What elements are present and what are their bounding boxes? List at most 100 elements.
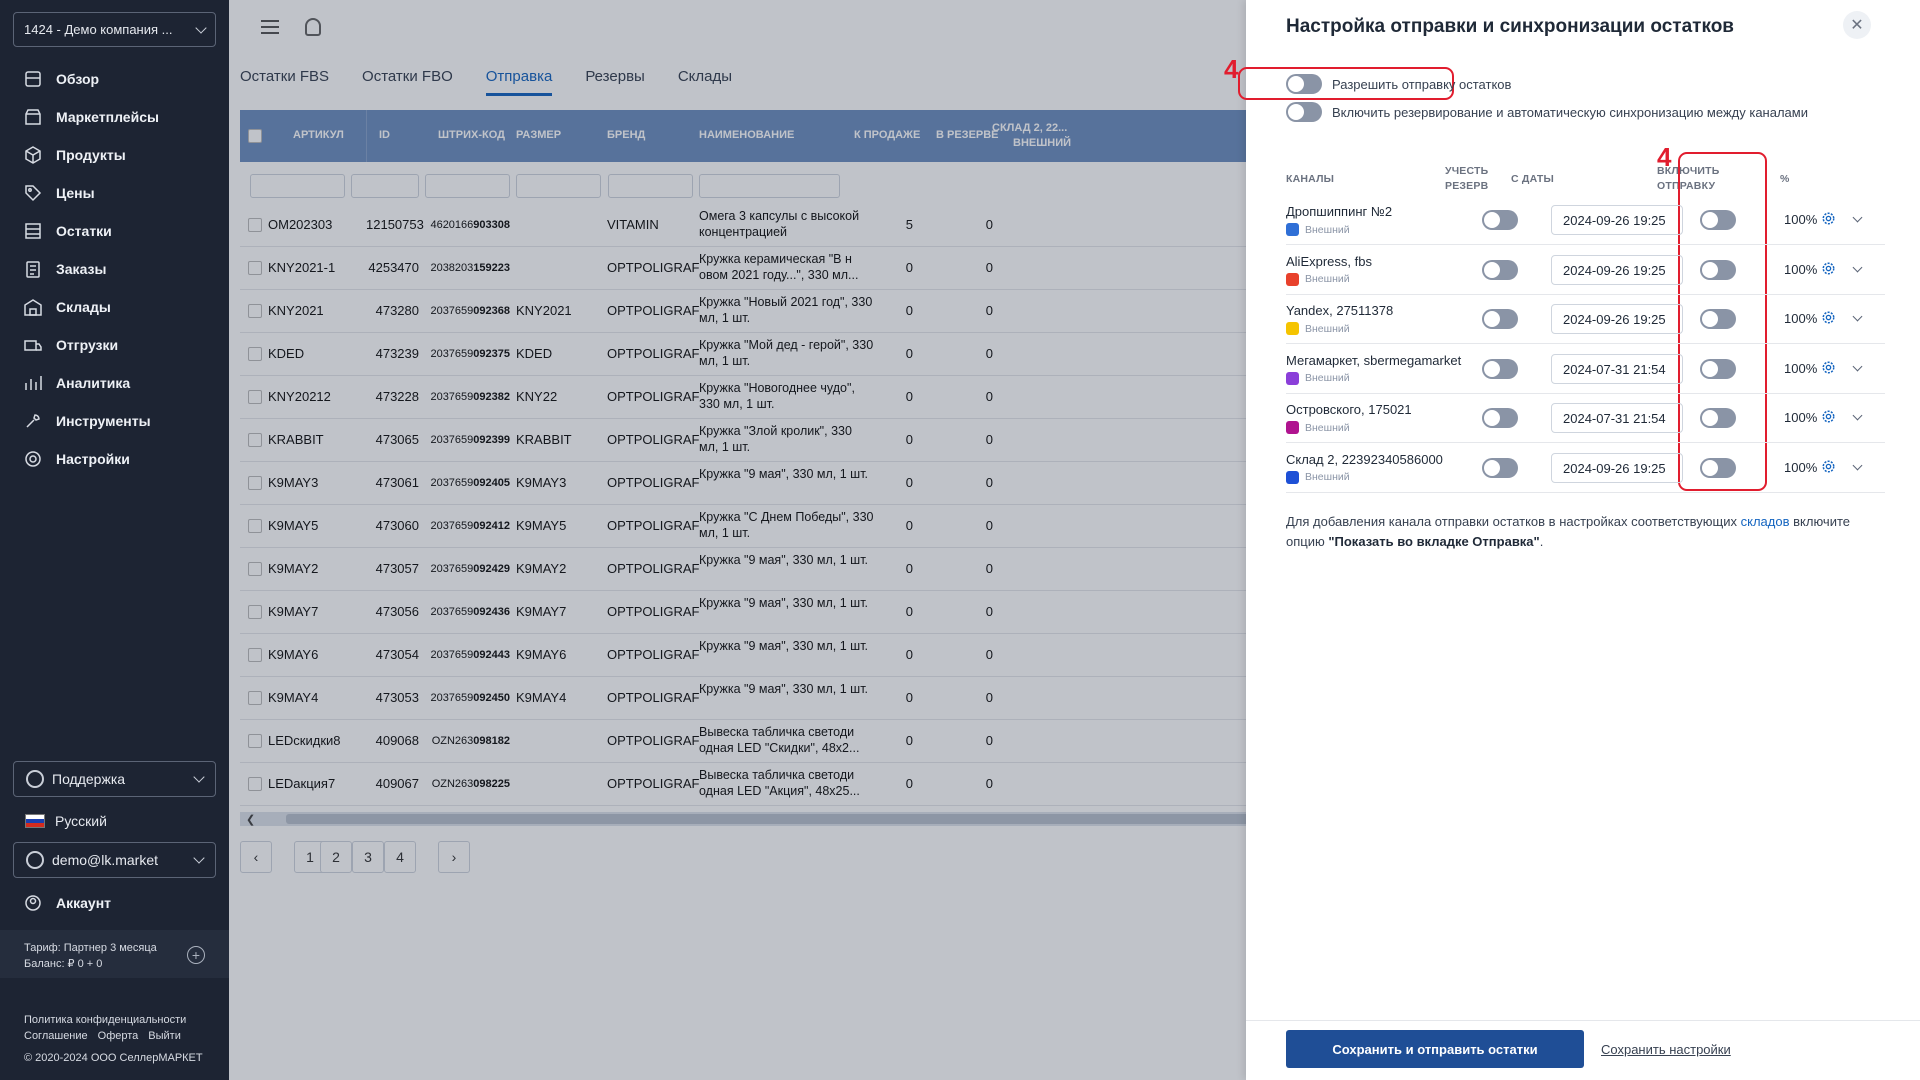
sidebar: 1424 - Демо компания ... Обзор Маркетплей…: [0, 0, 229, 1080]
agreement-link[interactable]: Соглашение: [24, 1030, 88, 1042]
sidebar-item-marketplaces[interactable]: Маркетплейсы: [0, 98, 229, 136]
from-date-input[interactable]: 2024-09-26 19:25: [1551, 304, 1683, 334]
sidebar-item-shipments[interactable]: Отгрузки: [0, 326, 229, 364]
enable-send-toggle[interactable]: [1700, 309, 1736, 329]
gear-icon[interactable]: [1821, 310, 1836, 325]
sidebar-item-label: Инструменты: [56, 413, 151, 429]
sidebar-item-tools[interactable]: Инструменты: [0, 402, 229, 440]
gear-icon[interactable]: [1821, 261, 1836, 276]
enable-reserve-toggle[interactable]: [1286, 102, 1322, 122]
sidebar-item-prices[interactable]: Цены: [0, 174, 229, 212]
sidebar-item-orders[interactable]: Заказы: [0, 250, 229, 288]
stocks-icon: [22, 220, 44, 242]
account-reserve-toggle[interactable]: [1482, 259, 1518, 280]
chevron-down-icon[interactable]: [1852, 361, 1863, 371]
channel-type: Внешний: [1286, 470, 1350, 484]
modal-backdrop[interactable]: [229, 0, 1246, 1080]
save-and-send-button[interactable]: Сохранить и отправить остатки: [1286, 1030, 1584, 1068]
overview-icon: [22, 68, 44, 90]
sidebar-item-products[interactable]: Продукты: [0, 136, 229, 174]
allow-send-toggle[interactable]: [1286, 74, 1322, 94]
enable-send-toggle[interactable]: [1700, 408, 1736, 428]
sidebar-item-label: Остатки: [56, 223, 112, 239]
support-icon: [26, 770, 44, 788]
account-reserve-toggle[interactable]: [1482, 408, 1518, 428]
channel-type: Внешний: [1286, 371, 1350, 385]
sidebar-item-analytics[interactable]: Аналитика: [0, 364, 229, 402]
from-date-input[interactable]: 2024-09-26 19:25: [1551, 205, 1683, 235]
gear-icon[interactable]: [1821, 360, 1836, 375]
channel-type: Внешний: [1286, 421, 1350, 434]
account-reserve-header-1: УЧЕСТЬ: [1445, 165, 1489, 177]
channel-row: AliExpress, fbs Внешний 2024-09-26 19:25 10…: [1286, 246, 1885, 295]
language-selector[interactable]: Русский: [25, 813, 107, 829]
privacy-link[interactable]: Политика конфиденциальности: [24, 1014, 186, 1026]
user-dropdown[interactable]: demo@lk.market: [13, 842, 216, 878]
enable-send-toggle[interactable]: [1700, 457, 1736, 478]
channel-name: Мегамаркет, sbermegamarket: [1286, 352, 1462, 368]
gear-icon[interactable]: [1821, 459, 1836, 474]
chevron-down-icon[interactable]: [1852, 311, 1863, 322]
channel-type: Внешний: [1286, 322, 1350, 335]
account-reserve-toggle[interactable]: [1482, 358, 1518, 379]
account-reserve-toggle[interactable]: [1482, 457, 1518, 478]
language-label: Русский: [55, 813, 107, 829]
channels-header: КАНАЛЫ: [1286, 173, 1335, 185]
sidebar-item-stocks[interactable]: Остатки: [0, 212, 229, 250]
user-email: demo@lk.market: [52, 852, 159, 868]
allow-send-row: Разрешить отправку остатков: [1286, 74, 1511, 94]
channel-row: Островского, 175021 Внешний 2024-07-31 21:…: [1286, 394, 1885, 443]
gear-icon[interactable]: [1821, 211, 1836, 226]
from-date-input[interactable]: 2024-07-31 21:54: [1551, 353, 1683, 384]
from-date-input[interactable]: 2024-09-26 19:25: [1551, 254, 1683, 285]
account-label: Аккаунт: [56, 895, 112, 911]
account-link[interactable]: Аккаунт: [22, 892, 111, 914]
annotation-marker: 4: [1657, 142, 1672, 172]
channel-type-label: Внешний: [1305, 273, 1350, 285]
tariff-box: Тариф: Партнер 3 месяца Баланс: ₽ 0 + 0 …: [0, 930, 229, 978]
from-date-input[interactable]: 2024-09-26 19:25: [1551, 452, 1683, 483]
sidebar-item-warehouses[interactable]: Склады: [0, 288, 229, 326]
support-dropdown[interactable]: Поддержка: [13, 761, 216, 797]
chevron-down-icon[interactable]: [1852, 460, 1863, 470]
copyright: © 2020-2024 ООО СеллерМАРКЕТ: [24, 1052, 203, 1064]
save-settings-link[interactable]: Сохранить настройки: [1601, 1042, 1731, 1057]
account-reserve-toggle[interactable]: [1482, 309, 1518, 329]
chevron-down-icon[interactable]: [1852, 262, 1863, 272]
warehouses-link[interactable]: складов: [1741, 514, 1790, 529]
logout-link[interactable]: Выйти: [148, 1030, 181, 1042]
sidebar-item-overview[interactable]: Обзор: [0, 60, 229, 98]
sidebar-item-settings[interactable]: Настройки: [0, 440, 229, 478]
account-icon: [22, 892, 44, 914]
enable-send-toggle[interactable]: [1700, 210, 1736, 230]
chevron-down-icon: [195, 21, 207, 34]
enable-reserve-label: Включить резервирование и автоматическую…: [1332, 104, 1808, 120]
chevron-down-icon: [193, 771, 205, 783]
close-icon[interactable]: ✕: [1843, 11, 1871, 39]
channel-name: Дропшиппинг №2: [1286, 204, 1393, 219]
user-icon: [26, 851, 44, 869]
enable-send-toggle[interactable]: [1700, 259, 1736, 280]
channel-type-label: Внешний: [1305, 223, 1350, 236]
channel-logo-icon: [1286, 470, 1299, 484]
channel-type-label: Внешний: [1305, 372, 1350, 384]
sidebar-item-label: Склады: [56, 299, 111, 315]
company-selector[interactable]: 1424 - Демо компания ...: [13, 12, 216, 47]
enable-send-toggle[interactable]: [1700, 358, 1736, 379]
from-date-input[interactable]: 2024-07-31 21:54: [1551, 403, 1683, 433]
chevron-down-icon[interactable]: [1852, 212, 1863, 223]
note-end: .: [1539, 534, 1544, 549]
channel-row: Мегамаркет, sbermegamarket Внешний 2024-07…: [1286, 345, 1885, 394]
annotation-marker: 4: [1224, 54, 1239, 84]
chevron-down-icon[interactable]: [1852, 410, 1863, 421]
channel-type-label: Внешний: [1305, 322, 1350, 335]
offer-link[interactable]: Оферта: [98, 1030, 139, 1042]
sidebar-item-label: Продукты: [56, 147, 126, 163]
panel-title: Настройка отправки и синхронизации остат…: [1286, 16, 1734, 37]
settings-icon: [22, 448, 44, 470]
channel-name: Островского, 175021: [1286, 402, 1412, 417]
analytics-icon: [22, 372, 44, 394]
add-balance-icon[interactable]: +: [187, 946, 205, 964]
account-reserve-toggle[interactable]: [1482, 210, 1518, 230]
gear-icon[interactable]: [1821, 409, 1836, 424]
